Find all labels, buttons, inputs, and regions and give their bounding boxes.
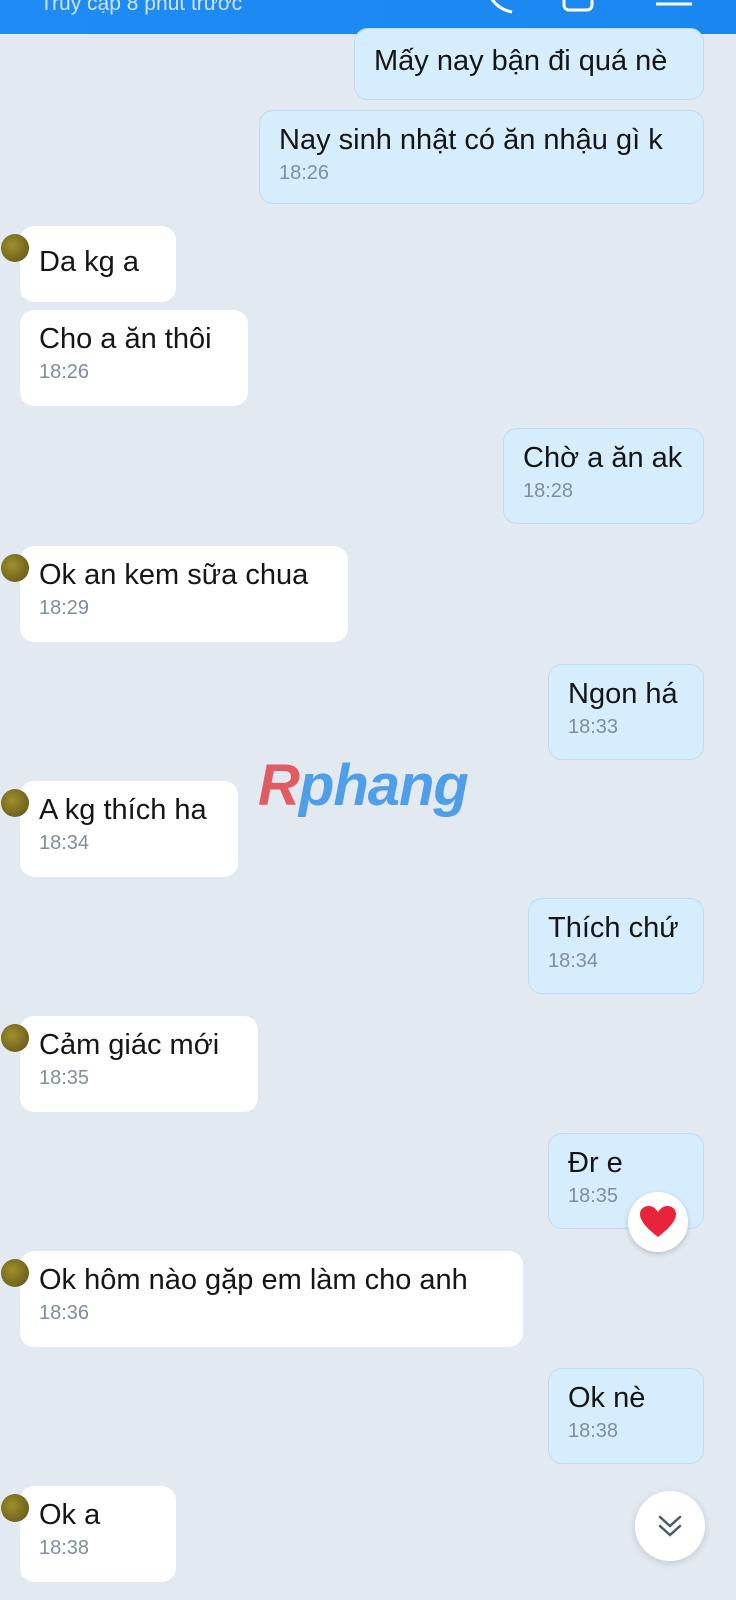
message-outgoing[interactable]: Chờ a ăn ak 18:28 <box>503 428 704 524</box>
message-time: 18:29 <box>39 597 90 619</box>
heart-icon <box>640 1206 676 1237</box>
avatar[interactable] <box>1 1024 29 1052</box>
message-text: Chờ a ăn ak <box>523 442 683 474</box>
message-text: Cảm giác mới <box>39 1029 220 1061</box>
video-call-icon[interactable] <box>560 0 600 20</box>
message-incoming[interactable]: A kg thích ha 18:34 <box>1 781 238 877</box>
last-seen-status: Truy cập 8 phút trước <box>40 0 243 15</box>
avatar[interactable] <box>1 554 29 582</box>
avatar[interactable] <box>1 234 29 262</box>
message-text: Nay sinh nhật có ăn nhậu gì k <box>279 124 663 156</box>
message-time: 18:34 <box>39 832 90 854</box>
message-outgoing[interactable]: Nay sinh nhật có ăn nhậu gì k 18:26 <box>259 110 704 204</box>
message-time: 18:33 <box>568 716 619 738</box>
message-text: Ok nè <box>568 1382 646 1414</box>
avatar[interactable] <box>1 1259 29 1287</box>
message-outgoing[interactable]: Ngon há 18:33 <box>548 664 704 760</box>
message-time: 18:34 <box>548 950 599 972</box>
watermark-logo: Rphang <box>258 753 469 818</box>
message-incoming[interactable]: Cảm giác mới 18:35 <box>1 1016 258 1112</box>
message-text: Thích chứ <box>548 912 679 944</box>
message-text: Mấy nay bận đi quá nè <box>374 45 668 77</box>
scroll-to-bottom-button[interactable] <box>635 1491 705 1561</box>
message-outgoing[interactable]: Ok nè 18:38 <box>548 1368 704 1464</box>
message-text: Đr e <box>568 1147 623 1179</box>
avatar[interactable] <box>1 1494 29 1522</box>
message-text: Da kg a <box>39 246 139 278</box>
message-outgoing[interactable]: Mấy nay bận đi quá nè <box>354 28 704 100</box>
message-text: A kg thích ha <box>39 794 207 826</box>
message-text: Ngon há <box>568 678 678 710</box>
message-text: Ok hôm nào gặp em làm cho anh <box>39 1264 468 1296</box>
message-incoming[interactable]: Da kg a <box>1 226 176 302</box>
message-incoming[interactable]: Ok hôm nào gặp em làm cho anh 18:36 <box>1 1251 523 1347</box>
message-time: 18:38 <box>39 1537 90 1559</box>
message-text: Ok an kem sữa chua <box>39 559 309 591</box>
avatar[interactable] <box>1 789 29 817</box>
message-outgoing[interactable]: Thích chứ 18:34 <box>528 898 704 994</box>
message-time: 18:26 <box>279 162 330 184</box>
phone-icon[interactable] <box>478 0 518 20</box>
message-time: 18:35 <box>39 1067 90 1089</box>
menu-icon[interactable] <box>652 0 696 20</box>
message-time: 18:38 <box>568 1420 619 1442</box>
message-incoming[interactable]: Cho a ăn thôi 18:26 <box>20 310 248 406</box>
double-chevron-down-icon <box>658 1515 682 1537</box>
message-time: 18:36 <box>39 1302 90 1324</box>
reaction-badge[interactable] <box>628 1192 688 1252</box>
message-text: Cho a ăn thôi <box>39 323 212 355</box>
message-time: 18:26 <box>39 361 90 383</box>
message-incoming[interactable]: Ok a 18:38 <box>1 1486 176 1582</box>
message-time: 18:28 <box>523 480 574 502</box>
message-text: Ok a <box>39 1499 101 1531</box>
message-incoming[interactable]: Ok an kem sữa chua 18:29 <box>1 546 348 642</box>
